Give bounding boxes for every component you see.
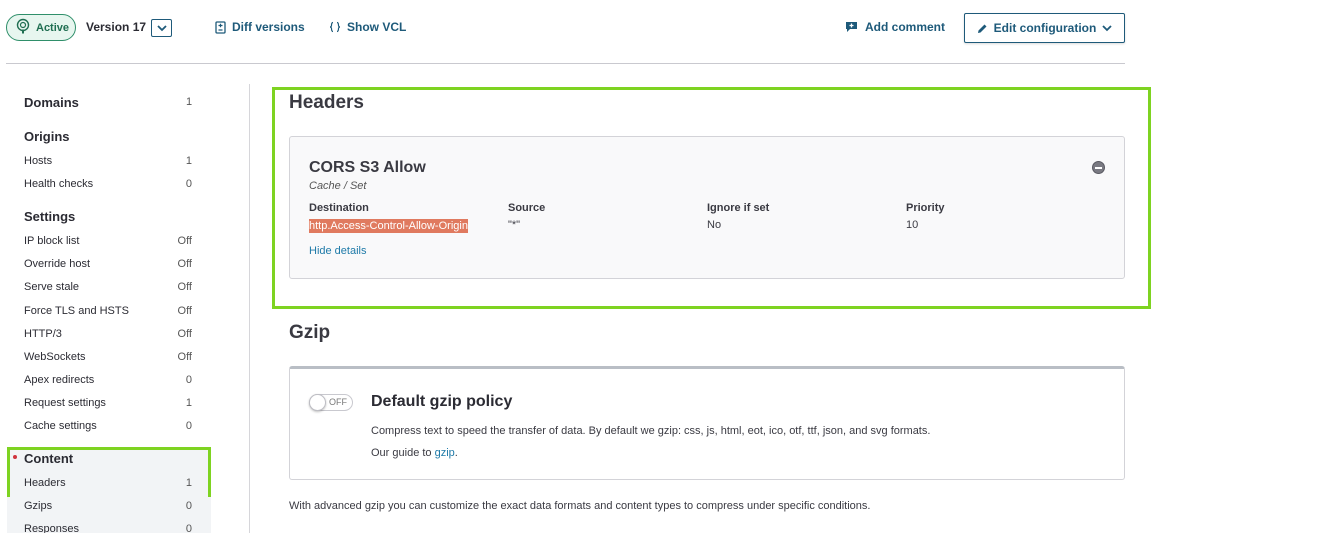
sidebar-item-label: Force TLS and HSTS (24, 305, 129, 317)
diff-versions-label: Diff versions (232, 20, 305, 34)
header-card-subtitle: Cache / Set (309, 180, 367, 192)
headers-title: Headers (289, 92, 364, 113)
gzip-guide-prefix: Our guide to (371, 447, 435, 459)
sidebar-item-value: 0 (185, 523, 192, 533)
sidebar-item-value: Off (177, 351, 192, 363)
sidebar-item-ip-block-list[interactable]: IP block list Off (24, 235, 192, 247)
sidebar-heading-origins[interactable]: Origins (24, 129, 70, 144)
sidebar-item-request-settings[interactable]: Request settings 1 (24, 397, 192, 409)
hide-details-link[interactable]: Hide details (309, 245, 366, 257)
gzip-toggle[interactable]: OFF (309, 394, 353, 411)
sidebar-item-label: Serve stale (24, 281, 80, 293)
sidebar-item-label: Gzips (24, 500, 53, 512)
sidebar-heading-content[interactable]: Content (24, 451, 73, 466)
sidebar-item-value: 1 (185, 155, 192, 167)
status-badge[interactable]: Active (6, 14, 76, 41)
sidebar-item-apex-redirects[interactable]: Apex redirects 0 (24, 374, 192, 386)
gzip-guide-text: Our guide to gzip. (371, 447, 458, 459)
sidebar-item-gzips[interactable]: Gzips 0 (24, 500, 192, 512)
priority-value: 10 (906, 219, 919, 231)
sidebar-item-force-tls[interactable]: Force TLS and HSTS Off (24, 305, 192, 317)
sidebar-item-value: Off (177, 305, 192, 317)
sidebar-item-cache-settings[interactable]: Cache settings 0 (24, 420, 192, 432)
status-icon (16, 18, 30, 37)
sidebar-item-value: Off (177, 258, 192, 270)
advanced-gzip-text: With advanced gzip you can customize the… (289, 500, 871, 512)
sidebar-item-health-checks[interactable]: Health checks 0 (24, 178, 192, 190)
sidebar-item-label: Headers (24, 477, 66, 489)
sidebar-item-label: Responses (24, 523, 80, 533)
status-label: Active (36, 21, 70, 34)
sidebar-item-value: Off (177, 235, 192, 247)
chevron-down-icon (1102, 24, 1112, 31)
toggle-state-label: OFF (329, 397, 347, 407)
sidebar-item-label: IP block list (24, 235, 80, 247)
gzip-policy-card: OFF Default gzip policy Compress text to… (289, 366, 1125, 480)
sidebar-item-value: 1 (185, 397, 192, 409)
sidebar-item-label: Cache settings (24, 420, 97, 432)
sidebar-heading-settings[interactable]: Settings (24, 209, 75, 224)
chevron-down-icon (156, 24, 167, 31)
header-card: CORS S3 Allow Cache / Set Destination ht… (289, 136, 1125, 279)
sidebar-item-value: 0 (185, 420, 192, 432)
destination-value: http.Access-Control-Allow-Origin (309, 219, 468, 233)
add-comment-link[interactable]: Add comment (845, 20, 945, 34)
sidebar-item-value: 1 (185, 477, 192, 489)
top-toolbar: Active Version 17 Diff versions Show VCL… (0, 0, 1130, 58)
sidebar-item-serve-stale[interactable]: Serve stale Off (24, 281, 192, 293)
gzip-guide-suffix: . (454, 447, 458, 459)
gzip-policy-description: Compress text to speed the transfer of d… (371, 425, 931, 437)
sidebar-domains-count: 1 (186, 96, 193, 108)
sidebar-item-label: Apex redirects (24, 374, 95, 386)
show-vcl-label: Show VCL (347, 20, 407, 34)
edit-configuration-label: Edit configuration (993, 21, 1097, 35)
sidebar-item-websockets[interactable]: WebSockets Off (24, 351, 192, 363)
sidebar-item-label: Hosts (24, 155, 53, 167)
add-comment-label: Add comment (865, 20, 946, 34)
sidebar-item-value: 0 (185, 178, 192, 190)
gzip-guide-link[interactable]: gzip (435, 447, 455, 459)
priority-label: Priority (906, 202, 945, 214)
sidebar-item-responses[interactable]: Responses 0 (24, 523, 192, 533)
source-value: "*" (508, 219, 521, 231)
sidebar-item-label: WebSockets (24, 351, 86, 363)
diff-icon (215, 20, 226, 34)
sidebar-item-headers[interactable]: Headers 1 (24, 477, 192, 489)
source-label: Source (508, 202, 546, 214)
sidebar-item-value: Off (177, 328, 192, 340)
sidebar-item-hosts[interactable]: Hosts 1 (24, 155, 192, 167)
remove-icon[interactable] (1092, 161, 1105, 174)
version-label: Version 17 (86, 20, 147, 34)
code-braces-icon (329, 21, 341, 33)
header-card-title: CORS S3 Allow (309, 159, 426, 176)
sidebar-item-value: 0 (185, 500, 192, 512)
gzip-policy-title: Default gzip policy (371, 393, 513, 410)
ignore-if-set-value: No (707, 219, 722, 231)
sidebar-item-domains[interactable]: Domains (24, 95, 79, 110)
sidebar-item-label: Health checks (24, 178, 94, 190)
edit-configuration-button[interactable]: Edit configuration (964, 13, 1125, 43)
sidebar-item-override-host[interactable]: Override host Off (24, 258, 192, 270)
sidebar-item-label: Request settings (24, 397, 106, 409)
diff-versions-link[interactable]: Diff versions (215, 20, 305, 34)
sidebar-item-http3[interactable]: HTTP/3 Off (24, 328, 192, 340)
pencil-icon (977, 24, 987, 33)
sidebar-divider (249, 84, 250, 533)
sidebar-item-value: 0 (185, 374, 192, 386)
version-dropdown[interactable] (151, 19, 172, 37)
comment-plus-icon (846, 22, 857, 32)
changed-indicator (13, 455, 17, 459)
top-divider (6, 63, 1125, 64)
sidebar-item-label: HTTP/3 (24, 328, 62, 340)
show-vcl-link[interactable]: Show VCL (329, 20, 406, 34)
toggle-knob (309, 394, 326, 411)
sidebar-item-label: Override host (24, 258, 91, 270)
ignore-if-set-label: Ignore if set (707, 202, 770, 214)
destination-label: Destination (309, 202, 369, 214)
sidebar-item-value: Off (177, 281, 192, 293)
gzip-title: Gzip (289, 322, 331, 343)
